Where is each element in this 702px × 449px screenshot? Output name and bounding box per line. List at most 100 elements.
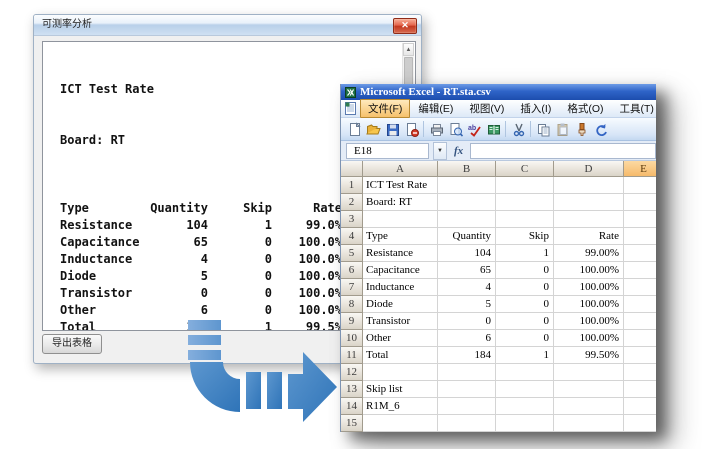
- cell-E2[interactable]: [624, 194, 656, 211]
- select-all-corner[interactable]: [341, 161, 363, 177]
- cell-B7[interactable]: 4: [438, 279, 496, 296]
- cell-B8[interactable]: 5: [438, 296, 496, 313]
- cell-E1[interactable]: [624, 177, 656, 194]
- close-icon[interactable]: ✕: [393, 18, 417, 34]
- copy-icon[interactable]: [534, 120, 552, 138]
- row-header-3[interactable]: 3: [341, 211, 363, 228]
- cell-D1[interactable]: [554, 177, 624, 194]
- cell-E5[interactable]: [624, 245, 656, 262]
- cell-B9[interactable]: 0: [438, 313, 496, 330]
- permission-icon[interactable]: [402, 120, 420, 138]
- spelling-icon[interactable]: ab: [465, 120, 483, 138]
- cell-D14[interactable]: [554, 398, 624, 415]
- cell-D11[interactable]: 99.50%: [554, 347, 624, 364]
- cell-B3[interactable]: [438, 211, 496, 228]
- undo-icon[interactable]: [591, 120, 609, 138]
- cell-B14[interactable]: [438, 398, 496, 415]
- cell-C11[interactable]: 1: [496, 347, 554, 364]
- row-header-1[interactable]: 1: [341, 177, 363, 194]
- cell-D8[interactable]: 100.00%: [554, 296, 624, 313]
- cell-E13[interactable]: [624, 381, 656, 398]
- cell-A10[interactable]: Other: [363, 330, 438, 347]
- row-header-8[interactable]: 8: [341, 296, 363, 313]
- cell-A6[interactable]: Capacitance: [363, 262, 438, 279]
- dialog-titlebar[interactable]: 可测率分析 ✕: [34, 15, 421, 36]
- workbook-icon[interactable]: [344, 102, 357, 115]
- row-header-4[interactable]: 4: [341, 228, 363, 245]
- cell-C5[interactable]: 1: [496, 245, 554, 262]
- cell-B1[interactable]: [438, 177, 496, 194]
- cell-E12[interactable]: [624, 364, 656, 381]
- cell-A13[interactable]: Skip list: [363, 381, 438, 398]
- cell-C4[interactable]: Skip: [496, 228, 554, 245]
- cell-D15[interactable]: [554, 415, 624, 432]
- cell-D3[interactable]: [554, 211, 624, 228]
- cell-B2[interactable]: [438, 194, 496, 211]
- scroll-up-icon[interactable]: ▲: [403, 43, 414, 56]
- cell-B11[interactable]: 184: [438, 347, 496, 364]
- cell-D13[interactable]: [554, 381, 624, 398]
- cell-D9[interactable]: 100.00%: [554, 313, 624, 330]
- cell-B6[interactable]: 65: [438, 262, 496, 279]
- menu-item[interactable]: 格式(O): [559, 99, 611, 118]
- cell-A5[interactable]: Resistance: [363, 245, 438, 262]
- cell-E8[interactable]: [624, 296, 656, 313]
- format-painter-icon[interactable]: [572, 120, 590, 138]
- cell-A1[interactable]: ICT Test Rate: [363, 177, 438, 194]
- cell-C15[interactable]: [496, 415, 554, 432]
- cell-E9[interactable]: [624, 313, 656, 330]
- menu-item[interactable]: 工具(T): [612, 99, 656, 118]
- cell-C7[interactable]: 0: [496, 279, 554, 296]
- cell-E10[interactable]: [624, 330, 656, 347]
- cell-A8[interactable]: Diode: [363, 296, 438, 313]
- insert-function-button[interactable]: fx: [451, 145, 466, 157]
- name-box-dropdown-icon[interactable]: ▼: [433, 142, 447, 160]
- cell-A12[interactable]: [363, 364, 438, 381]
- cell-A15[interactable]: [363, 415, 438, 432]
- cell-D2[interactable]: [554, 194, 624, 211]
- row-header-10[interactable]: 10: [341, 330, 363, 347]
- cell-C10[interactable]: 0: [496, 330, 554, 347]
- cell-D12[interactable]: [554, 364, 624, 381]
- column-header-C[interactable]: C: [496, 161, 554, 177]
- cell-E11[interactable]: [624, 347, 656, 364]
- cell-C2[interactable]: [496, 194, 554, 211]
- column-header-E[interactable]: E: [624, 161, 656, 177]
- column-header-A[interactable]: A: [363, 161, 438, 177]
- menu-item[interactable]: 文件(F): [360, 99, 410, 118]
- cell-D5[interactable]: 99.00%: [554, 245, 624, 262]
- cell-A9[interactable]: Transistor: [363, 313, 438, 330]
- print-preview-icon[interactable]: [446, 120, 464, 138]
- cell-B13[interactable]: [438, 381, 496, 398]
- cell-D7[interactable]: 100.00%: [554, 279, 624, 296]
- menu-item[interactable]: 编辑(E): [410, 99, 461, 118]
- cell-E6[interactable]: [624, 262, 656, 279]
- row-header-9[interactable]: 9: [341, 313, 363, 330]
- export-table-button[interactable]: 导出表格: [42, 334, 102, 354]
- cell-A2[interactable]: Board: RT: [363, 194, 438, 211]
- name-box[interactable]: E18: [346, 143, 429, 159]
- paste-icon[interactable]: [553, 120, 571, 138]
- cell-A14[interactable]: R1M_6: [363, 398, 438, 415]
- cell-D4[interactable]: Rate: [554, 228, 624, 245]
- cell-B12[interactable]: [438, 364, 496, 381]
- menu-item[interactable]: 插入(I): [512, 99, 559, 118]
- save-icon[interactable]: [383, 120, 401, 138]
- menu-item[interactable]: 视图(V): [461, 99, 512, 118]
- cell-C1[interactable]: [496, 177, 554, 194]
- cell-E4[interactable]: [624, 228, 656, 245]
- cell-A11[interactable]: Total: [363, 347, 438, 364]
- open-folder-icon[interactable]: [364, 120, 382, 138]
- row-header-6[interactable]: 6: [341, 262, 363, 279]
- cell-E15[interactable]: [624, 415, 656, 432]
- row-header-12[interactable]: 12: [341, 364, 363, 381]
- cell-C3[interactable]: [496, 211, 554, 228]
- cell-A3[interactable]: [363, 211, 438, 228]
- cell-B10[interactable]: 6: [438, 330, 496, 347]
- formula-input[interactable]: [470, 143, 656, 159]
- row-header-7[interactable]: 7: [341, 279, 363, 296]
- cell-B4[interactable]: Quantity: [438, 228, 496, 245]
- column-header-B[interactable]: B: [438, 161, 496, 177]
- cell-C14[interactable]: [496, 398, 554, 415]
- row-header-13[interactable]: 13: [341, 381, 363, 398]
